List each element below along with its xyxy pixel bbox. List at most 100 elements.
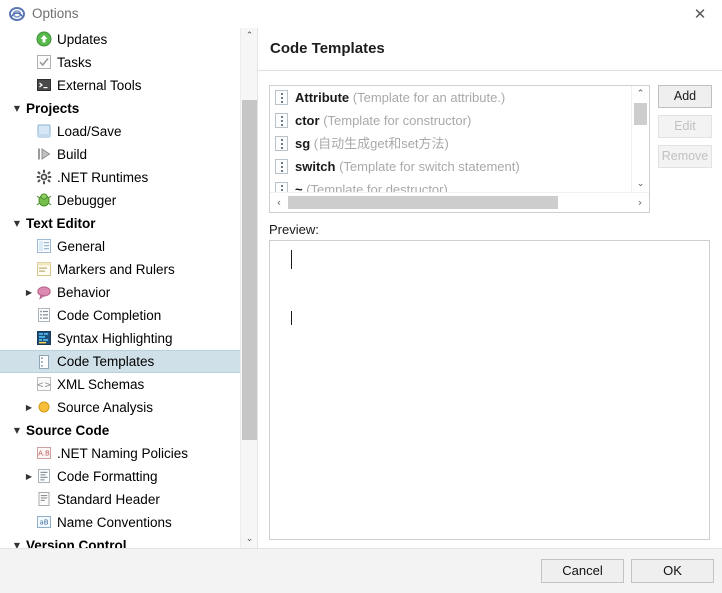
page-title: Code Templates (270, 40, 385, 57)
templates-listbox[interactable]: Attribute (Template for an attribute.) ct… (269, 85, 650, 213)
chevron-down-icon[interactable]: ⌄ (632, 176, 649, 193)
sidebar-item-code-completion[interactable]: Code Completion (0, 304, 240, 327)
list-item[interactable]: ctor (Template for constructor) (270, 109, 633, 132)
sidebar-item-label: Version Control (26, 538, 127, 548)
list-item[interactable]: sg (自动生成get和set方法) (270, 132, 633, 155)
sidebar-item-behavior[interactable]: ▶ Behavior (0, 281, 240, 304)
template-description: (自动生成get和set方法) (313, 136, 449, 151)
sidebar-item-net-naming-policies[interactable]: A.B .NET Naming Policies (0, 442, 240, 465)
code-completion-icon (36, 307, 52, 323)
sidebar-item-load-save[interactable]: Load/Save (0, 120, 240, 143)
svg-text:aB: aB (39, 519, 48, 527)
sidebar-item-build[interactable]: Build (0, 143, 240, 166)
templates-horizontal-scrollbar[interactable]: ‹ › (270, 192, 649, 212)
sidebar-item-xml-schemas[interactable]: <> XML Schemas (0, 373, 240, 396)
chevron-down-icon[interactable]: ▼ (10, 534, 24, 548)
sidebar-item-net-runtimes[interactable]: .NET Runtimes (0, 166, 240, 189)
add-button[interactable]: Add (658, 85, 712, 108)
remove-button: Remove (658, 145, 712, 168)
updates-icon (36, 31, 52, 47)
external-tools-icon (36, 77, 52, 93)
behavior-icon (36, 284, 52, 300)
sidebar-item-label: Build (57, 147, 88, 162)
list-item[interactable]: ~ (Template for destructor) (270, 178, 633, 193)
sidebar-item-label: Markers and Rulers (57, 262, 175, 277)
preview-area[interactable] (269, 240, 710, 540)
templates-vertical-scrollbar[interactable]: ⌃ ⌄ (631, 86, 649, 193)
templates-list[interactable]: Attribute (Template for an attribute.) ct… (270, 86, 633, 193)
sidebar-item-code-formatting[interactable]: ▶ Code Formatting (0, 465, 240, 488)
standard-header-icon (36, 491, 52, 507)
chevron-right-icon[interactable]: ▶ (22, 465, 36, 488)
sidebar-item-name-conventions[interactable]: aB Name Conventions (0, 511, 240, 534)
chevron-down-icon[interactable]: ▼ (10, 212, 24, 235)
sidebar-item-version-control[interactable]: ▼ Version Control (0, 534, 240, 548)
code-formatting-icon (36, 468, 52, 484)
template-description: (Template for constructor) (323, 113, 472, 128)
ok-button[interactable]: OK (631, 559, 714, 583)
tasks-icon (36, 54, 52, 70)
sidebar-item-projects[interactable]: ▼ Projects (0, 97, 240, 120)
dotnet-runtimes-icon (36, 169, 52, 185)
svg-text:A.B: A.B (38, 450, 50, 458)
chevron-down-icon[interactable]: ▼ (10, 419, 24, 442)
syntax-highlighting-icon (36, 330, 52, 346)
sidebar-item-source-code[interactable]: ▼ Source Code (0, 419, 240, 442)
sidebar-item-label: Syntax Highlighting (57, 331, 173, 346)
chevron-up-icon[interactable]: ⌃ (241, 28, 258, 45)
sidebar-item-external-tools[interactable]: External Tools (0, 74, 240, 97)
tree-scrollbar[interactable]: ⌃ ⌄ (240, 28, 258, 548)
chevron-right-icon[interactable]: ▶ (22, 281, 36, 304)
sidebar-item-general[interactable]: General (0, 235, 240, 258)
chevron-right-icon[interactable]: › (631, 193, 649, 212)
sidebar-item-label: .NET Runtimes (57, 170, 149, 185)
sidebar-item-updates[interactable]: Updates (0, 28, 240, 51)
sidebar-item-text-editor[interactable]: ▼ Text Editor (0, 212, 240, 235)
tree-scrollbar-thumb[interactable] (242, 100, 257, 440)
chevron-down-icon[interactable]: ⌄ (241, 531, 258, 548)
build-icon (36, 146, 52, 162)
list-item[interactable]: Attribute (Template for an attribute.) (270, 86, 633, 109)
templates-vscroll-thumb[interactable] (634, 103, 647, 125)
sidebar-item-label: Debugger (57, 193, 117, 208)
source-analysis-icon (36, 399, 52, 415)
code-template-icon (275, 90, 288, 105)
chevron-right-icon[interactable]: ▶ (22, 396, 36, 419)
close-icon[interactable]: ✕ (678, 0, 722, 28)
edit-button: Edit (658, 115, 712, 138)
markers-rulers-icon (36, 261, 52, 277)
template-name: sg (295, 136, 311, 151)
sidebar-item-label: Tasks (57, 55, 92, 70)
sidebar-item-label: External Tools (57, 78, 142, 93)
templates-hscroll-thumb[interactable] (288, 196, 558, 209)
sidebar-item-label: Code Templates (57, 354, 155, 369)
list-item[interactable]: switch (Template for switch statement) (270, 155, 633, 178)
panel-header: Code Templates (258, 28, 722, 71)
cancel-button[interactable]: Cancel (541, 559, 624, 583)
preview-label: Preview: (269, 222, 319, 237)
sidebar-item-label: Updates (57, 32, 108, 47)
options-tree[interactable]: Updates Tasks External Tools ▼ Projects Load/… (0, 28, 240, 548)
sidebar-item-syntax-highlighting[interactable]: Syntax Highlighting (0, 327, 240, 350)
naming-policies-icon: A.B (36, 445, 52, 461)
sidebar-item-code-templates[interactable]: Code Templates (0, 350, 240, 373)
sidebar-item-label: Projects (26, 101, 80, 116)
debugger-icon (36, 192, 52, 208)
sidebar-item-debugger[interactable]: Debugger (0, 189, 240, 212)
sidebar-item-standard-header[interactable]: Standard Header (0, 488, 240, 511)
template-description: (Template for switch statement) (339, 159, 520, 174)
sidebar-item-label: Name Conventions (57, 515, 172, 530)
code-template-icon (275, 113, 288, 128)
chevron-up-icon[interactable]: ⌃ (632, 86, 649, 103)
app-logo-icon (9, 6, 25, 22)
settings-panel: Code Templates Attribute (Template for a… (258, 28, 722, 548)
sidebar-item-tasks[interactable]: Tasks (0, 51, 240, 74)
sidebar-item-source-analysis[interactable]: ▶ Source Analysis (0, 396, 240, 419)
sidebar-item-markers-and-rulers[interactable]: Markers and Rulers (0, 258, 240, 281)
sidebar-item-label: .NET Naming Policies (57, 446, 189, 461)
text-caret (291, 311, 292, 325)
sidebar-item-label: Load/Save (57, 124, 122, 139)
sidebar-item-label: Source Analysis (57, 400, 154, 415)
chevron-left-icon[interactable]: ‹ (270, 193, 288, 212)
chevron-down-icon[interactable]: ▼ (10, 97, 24, 120)
